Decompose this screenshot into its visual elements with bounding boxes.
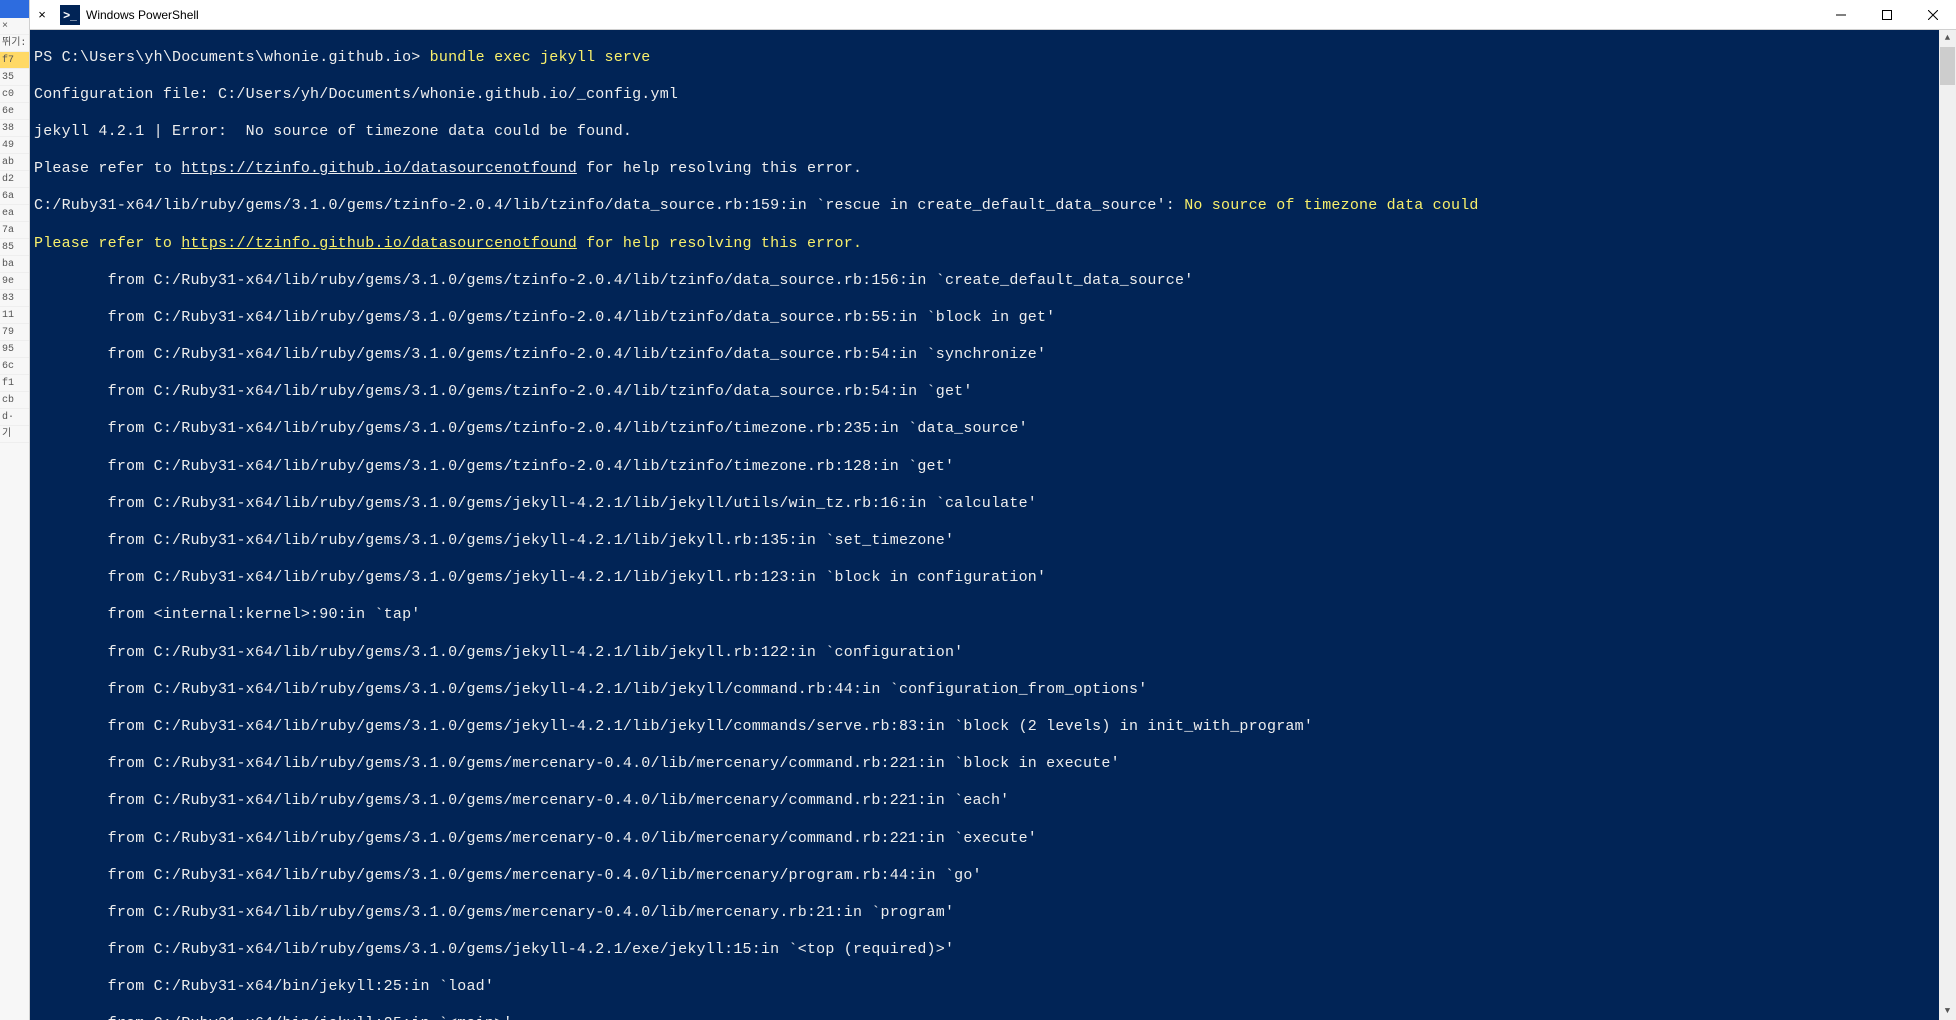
prompt-line: PS C:\Users\yh\Documents\whonie.github.i… [34,49,1952,68]
sidebar-item[interactable]: f7 [0,52,29,69]
sidebar-item[interactable]: d· [0,409,29,426]
trace-line: from C:/Ruby31-x64/lib/ruby/gems/3.1.0/g… [34,904,1952,923]
powershell-window: × >_ Windows PowerShell PS C:\Users\yh\D… [30,0,1956,1020]
sidebar-header[interactable] [0,0,29,18]
sidebar-item[interactable]: 83 [0,290,29,307]
sidebar-item[interactable]: cb [0,392,29,409]
terminal[interactable]: PS C:\Users\yh\Documents\whonie.github.i… [30,30,1956,1020]
trace-line: from C:/Ruby31-x64/lib/ruby/gems/3.1.0/g… [34,681,1952,700]
scroll-thumb[interactable] [1940,47,1955,85]
sidebar-tab[interactable]: × [0,18,29,35]
window-title: Windows PowerShell [86,8,1818,22]
trace-line: from C:/Ruby31-x64/lib/ruby/gems/3.1.0/g… [34,830,1952,849]
trace-line: from C:/Ruby31-x64/lib/ruby/gems/3.1.0/g… [34,569,1952,588]
sidebar-item[interactable]: 85 [0,239,29,256]
trace-line: from C:/Ruby31-x64/lib/ruby/gems/3.1.0/g… [34,383,1952,402]
scroll-down-icon[interactable]: ▼ [1939,1003,1956,1020]
sidebar-item[interactable]: 6e [0,103,29,120]
trace-line: from C:/Ruby31-x64/bin/jekyll:25:in `<ma… [34,1015,1952,1020]
collapsed-sidebar: × 뛰기: f7 35 c0 6e 38 49 ab d2 6a ea 7a 8… [0,0,30,1020]
sidebar-item[interactable]: 11 [0,307,29,324]
trace-line: from C:/Ruby31-x64/lib/ruby/gems/3.1.0/g… [34,644,1952,663]
sidebar-label: 뛰기: [0,35,29,52]
sidebar-item[interactable]: 7a [0,222,29,239]
sidebar-item[interactable]: ab [0,154,29,171]
scroll-up-icon[interactable]: ▲ [1939,30,1956,47]
sidebar-item[interactable]: 6c [0,358,29,375]
maximize-button[interactable] [1864,0,1910,30]
sidebar-item[interactable]: 79 [0,324,29,341]
trace-line: from C:/Ruby31-x64/lib/ruby/gems/3.1.0/g… [34,755,1952,774]
window-controls [1818,0,1956,30]
sidebar-item[interactable]: 9e [0,273,29,290]
close-button[interactable] [1910,0,1956,30]
trace-line: from C:/Ruby31-x64/lib/ruby/gems/3.1.0/g… [34,867,1952,886]
sidebar-item[interactable]: d2 [0,171,29,188]
sidebar-item[interactable]: f1 [0,375,29,392]
trace-line: from C:/Ruby31-x64/lib/ruby/gems/3.1.0/g… [34,495,1952,514]
trace-line: from <internal:kernel>:90:in `tap' [34,606,1952,625]
trace-line: from C:/Ruby31-x64/lib/ruby/gems/3.1.0/g… [34,792,1952,811]
trace-line: from C:/Ruby31-x64/lib/ruby/gems/3.1.0/g… [34,532,1952,551]
trace-line: from C:/Ruby31-x64/lib/ruby/gems/3.1.0/g… [34,420,1952,439]
sidebar-item[interactable]: ea [0,205,29,222]
titlebar[interactable]: × >_ Windows PowerShell [30,0,1956,30]
powershell-icon: >_ [60,5,80,25]
trace-line: from C:/Ruby31-x64/bin/jekyll:25:in `loa… [34,978,1952,997]
trace-line: from C:/Ruby31-x64/lib/ruby/gems/3.1.0/g… [34,718,1952,737]
sidebar-item[interactable]: 기 [0,426,29,443]
sidebar-item[interactable]: ba [0,256,29,273]
sidebar-item[interactable]: 35 [0,69,29,86]
sidebar-item[interactable]: c0 [0,86,29,103]
minimize-button[interactable] [1818,0,1864,30]
sidebar-item[interactable]: 49 [0,137,29,154]
trace-line: from C:/Ruby31-x64/lib/ruby/gems/3.1.0/g… [34,272,1952,291]
output-line: Configuration file: C:/Users/yh/Document… [34,86,1952,105]
sidebar-item[interactable]: 38 [0,120,29,137]
sidebar-item[interactable]: 95 [0,341,29,358]
sidebar-item[interactable]: 6a [0,188,29,205]
trace-line: from C:/Ruby31-x64/lib/ruby/gems/3.1.0/g… [34,309,1952,328]
output-line: Please refer to https://tzinfo.github.io… [34,160,1952,179]
tab-close-icon[interactable]: × [30,7,54,22]
output-line: Please refer to https://tzinfo.github.io… [34,235,1952,254]
trace-line: from C:/Ruby31-x64/lib/ruby/gems/3.1.0/g… [34,458,1952,477]
output-line: jekyll 4.2.1 | Error: No source of timez… [34,123,1952,142]
trace-line: from C:/Ruby31-x64/lib/ruby/gems/3.1.0/g… [34,941,1952,960]
scrollbar[interactable]: ▲ ▼ [1939,30,1956,1020]
trace-line: from C:/Ruby31-x64/lib/ruby/gems/3.1.0/g… [34,346,1952,365]
output-line: C:/Ruby31-x64/lib/ruby/gems/3.1.0/gems/t… [34,197,1952,216]
